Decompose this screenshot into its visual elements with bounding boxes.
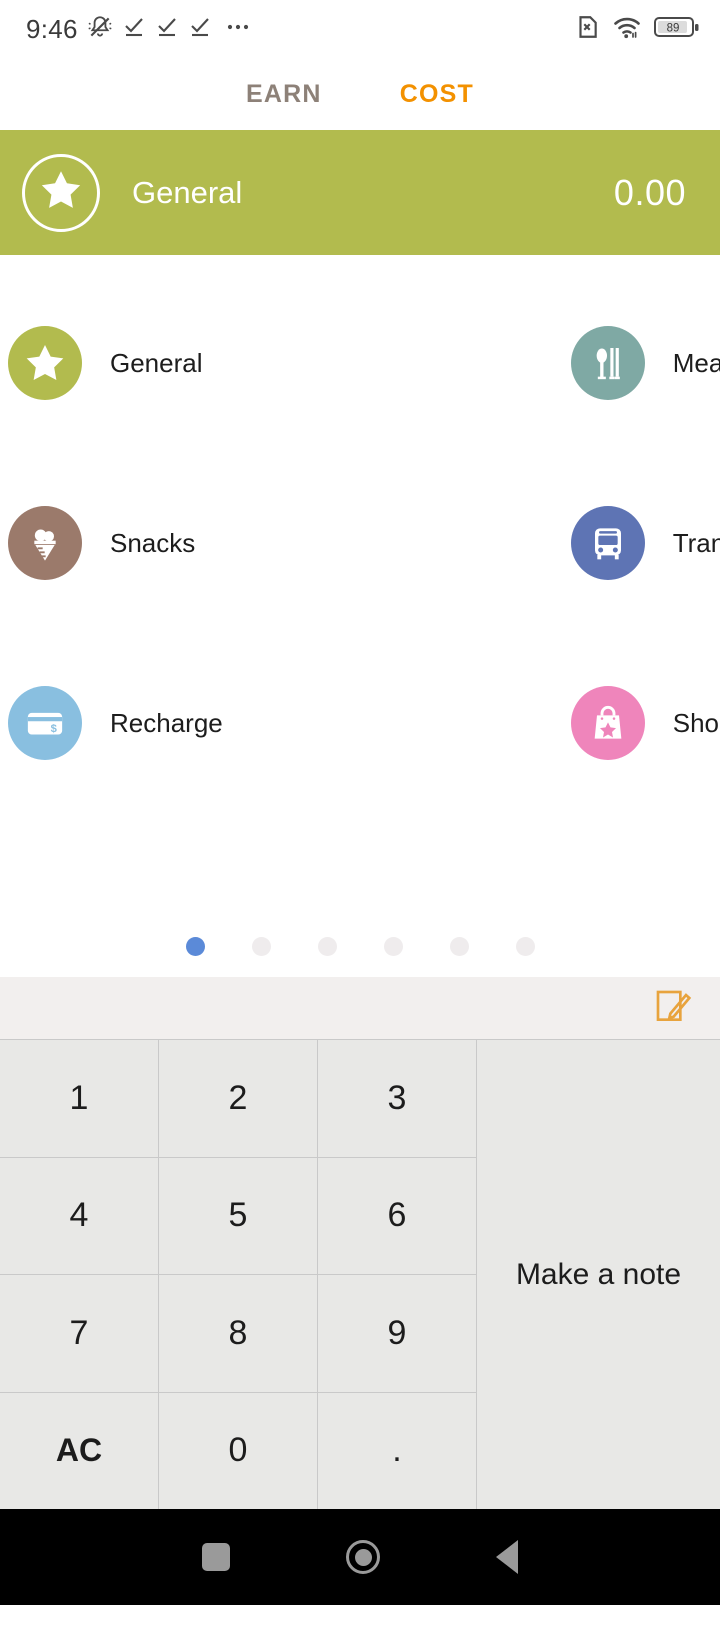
status-time: 9:46 [26,13,78,44]
tab-bar: EARN COST [0,58,720,130]
key-8[interactable]: 8 [159,1275,317,1392]
key-1[interactable]: 1 [0,1040,158,1157]
category-item-recharge[interactable]: $ Recharge [0,633,223,813]
selected-category-icon-circle [22,153,100,232]
android-nav-bar [0,1509,720,1605]
selected-category-bar: General 0.00 [0,130,720,255]
key-7[interactable]: 7 [0,1275,158,1392]
category-icon-snacks [8,506,82,580]
status-bar-right: 89 [574,14,700,45]
category-grid-wrapper: General Meals [0,255,720,915]
recents-square-icon[interactable] [202,1543,230,1571]
key-3[interactable]: 3 [318,1040,476,1157]
category-icon-shopping [570,686,645,760]
wifi-icon [613,14,641,45]
status-bar-left: 9:46 [26,14,253,45]
category-item-transportation[interactable]: Transportation [223,453,720,633]
category-icon-general [8,326,82,400]
key-decimal[interactable]: . [318,1392,476,1509]
status-bar: 9:46 89 [0,0,720,58]
category-item-meals[interactable]: Meals [223,273,720,453]
check-underline-icon [122,15,146,44]
key-6[interactable]: 6 [318,1157,476,1274]
pagination-dot-6[interactable] [515,936,535,956]
sim-card-missing-icon [574,14,600,45]
category-label-transportation: Transportation [672,527,720,558]
key-0[interactable]: 0 [159,1392,317,1509]
key-5[interactable]: 5 [159,1157,317,1274]
key-9[interactable]: 9 [318,1275,476,1392]
category-item-shopping[interactable]: Shopping [223,633,720,813]
tab-earn[interactable]: EARN [246,80,322,109]
pagination-dot-4[interactable] [383,936,403,956]
svg-text:$: $ [51,723,58,735]
category-icon-transportation [570,506,645,580]
battery-level-text: 89 [667,22,680,34]
keypad-keys: 1 2 3 4 5 6 7 8 9 AC 0 . [0,1040,476,1509]
pagination-dots [0,915,720,977]
category-label-shopping: Shopping [672,707,720,738]
category-icon-recharge: $ [8,686,82,760]
home-circle-icon[interactable] [346,1540,380,1574]
category-label-snacks: Snacks [110,527,196,558]
category-icon-meals [570,326,645,400]
make-a-note-button[interactable]: Make a note [476,1040,720,1509]
key-clear-all[interactable]: AC [0,1392,158,1509]
category-item-general[interactable]: General [0,273,223,453]
pagination-dot-2[interactable] [251,936,271,956]
check-underline-icon [188,15,212,44]
star-icon [38,167,84,218]
pagination-dot-5[interactable] [449,936,469,956]
note-edit-icon[interactable] [652,986,692,1031]
tab-cost[interactable]: COST [400,80,474,109]
pagination-dot-3[interactable] [317,936,337,956]
selected-category-amount: 0.00 [613,171,686,213]
bell-muted-icon [87,14,113,45]
keypad: 1 2 3 4 5 6 7 8 9 AC 0 . Make a note [0,1039,720,1509]
category-label-general: General [110,347,203,378]
selected-category-name: General [132,174,243,210]
note-bar [0,977,720,1039]
ellipsis-icon [225,15,253,44]
category-item-snacks[interactable]: Snacks [0,453,223,633]
key-4[interactable]: 4 [0,1157,158,1274]
check-underline-icon [155,15,179,44]
battery-icon: 89 [654,14,700,45]
category-grid: General Meals [0,273,720,813]
category-label-meals: Meals [672,347,720,378]
category-label-recharge: Recharge [110,707,223,738]
pagination-dot-1[interactable] [185,936,205,956]
key-2[interactable]: 2 [159,1040,317,1157]
back-triangle-icon[interactable] [496,1540,518,1574]
